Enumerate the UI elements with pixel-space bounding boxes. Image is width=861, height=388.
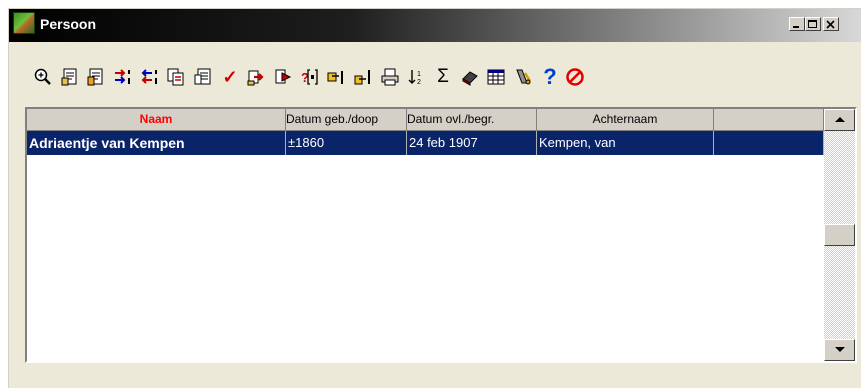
- column-header-extra[interactable]: [714, 109, 824, 131]
- arrow-up-icon: [835, 117, 845, 122]
- svg-text:1: 1: [417, 71, 421, 78]
- close-icon: [826, 20, 835, 29]
- table-row[interactable]: Adriaentje van Kempen ±1860 24 feb 1907 …: [27, 131, 824, 155]
- persoon-window: Persoon ✓ ? 1 2 Σ ? Naam Datum geb./doop…: [8, 8, 861, 388]
- svg-text:2: 2: [417, 79, 421, 86]
- scroll-up-button[interactable]: [824, 109, 855, 131]
- toolbar: ✓ ? 12 Σ ?: [31, 64, 771, 92]
- pointer-icon[interactable]: [324, 64, 348, 90]
- eraser-icon[interactable]: [458, 64, 482, 90]
- key-tools-icon[interactable]: [511, 64, 535, 90]
- close-button[interactable]: [823, 17, 839, 31]
- table-icon[interactable]: [484, 64, 508, 90]
- person-grid[interactable]: Naam Datum geb./doop Datum ovl./begr. Ac…: [25, 107, 857, 363]
- edit-document-2-icon[interactable]: [84, 64, 108, 90]
- arrow-insert-blue-icon[interactable]: [138, 64, 162, 90]
- scroll-thumb[interactable]: [824, 224, 855, 246]
- zoom-icon[interactable]: [31, 64, 55, 90]
- print-icon[interactable]: [378, 64, 402, 90]
- arrow-insert-red-icon[interactable]: [111, 64, 135, 90]
- checkmark-icon[interactable]: ✓: [218, 64, 242, 90]
- title-bar[interactable]: Persoon: [9, 9, 861, 42]
- export-icon[interactable]: [244, 64, 268, 90]
- window-title: Persoon: [40, 16, 97, 32]
- vertical-scrollbar[interactable]: [824, 109, 855, 361]
- column-header-naam[interactable]: Naam: [27, 109, 286, 131]
- grid-header: Naam Datum geb./doop Datum ovl./begr. Ac…: [27, 109, 824, 131]
- edit-document-icon[interactable]: [58, 64, 82, 90]
- column-header-achternaam[interactable]: Achternaam: [537, 109, 714, 131]
- minimize-icon: [793, 26, 799, 28]
- help-icon[interactable]: ?: [538, 64, 562, 90]
- minimize-button[interactable]: [789, 17, 805, 31]
- column-header-datum-ovl[interactable]: Datum ovl./begr.: [407, 109, 537, 131]
- sort-icon[interactable]: 12: [404, 64, 428, 90]
- cell-extra[interactable]: [714, 131, 824, 155]
- cancel-icon[interactable]: [563, 64, 587, 90]
- pointer-2-icon[interactable]: [351, 64, 375, 90]
- maximize-icon: [808, 20, 817, 28]
- copy-document-icon[interactable]: [164, 64, 188, 90]
- cell-datum-geb[interactable]: ±1860: [286, 131, 407, 155]
- column-header-datum-geb[interactable]: Datum geb./doop: [286, 109, 407, 131]
- sum-icon[interactable]: Σ: [431, 64, 455, 90]
- cell-achternaam[interactable]: Kempen, van: [537, 131, 714, 155]
- document-list-icon[interactable]: [191, 64, 215, 90]
- arrow-down-icon: [835, 347, 845, 352]
- app-icon[interactable]: [13, 12, 35, 34]
- maximize-button[interactable]: [805, 17, 821, 31]
- cell-datum-ovl[interactable]: 24 feb 1907: [407, 131, 537, 155]
- cell-naam[interactable]: Adriaentje van Kempen: [27, 131, 286, 155]
- scroll-down-button[interactable]: [824, 339, 855, 361]
- search-brackets-icon[interactable]: ?: [298, 64, 322, 90]
- forward-icon[interactable]: [271, 64, 295, 90]
